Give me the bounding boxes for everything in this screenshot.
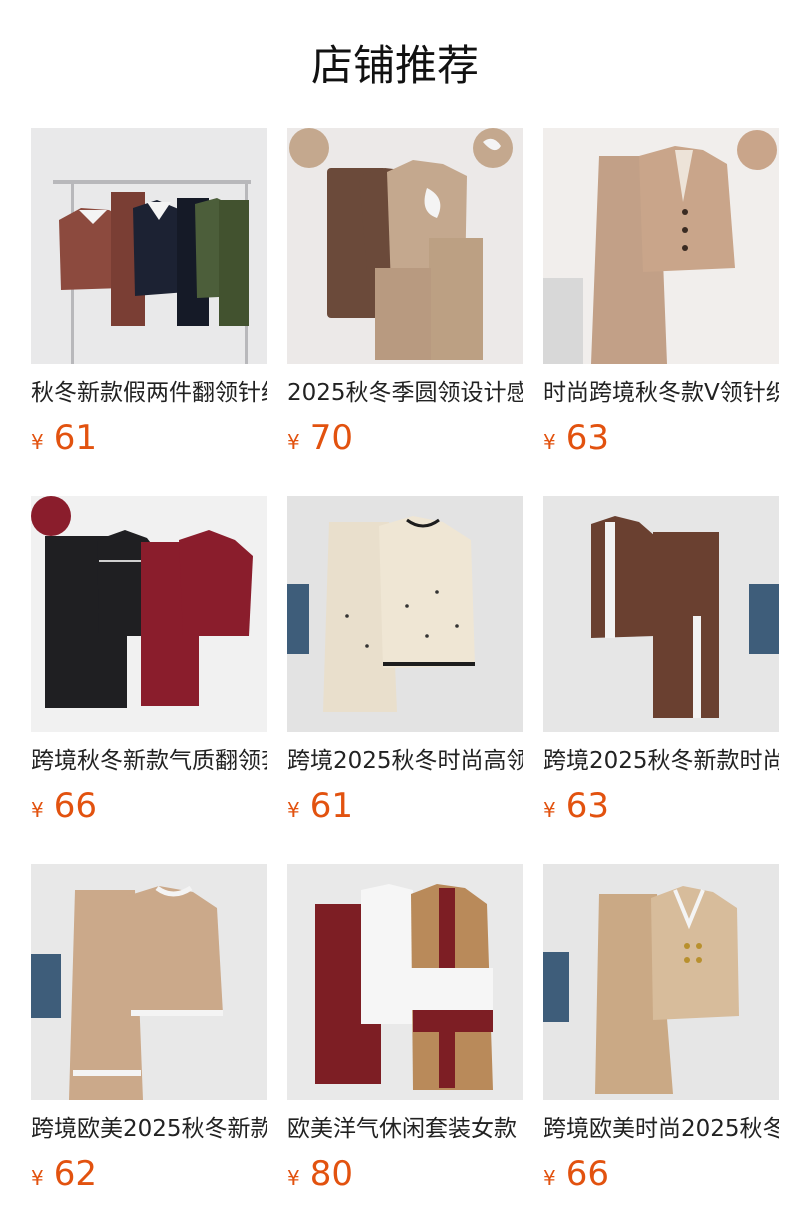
product-photo [287,128,523,364]
currency-symbol: ¥ [287,430,300,454]
product-card[interactable]: 时尚跨境秋冬款V领针织开衫套装 ¥63 [543,128,779,458]
price-amount: 63 [565,786,609,826]
currency-symbol: ¥ [287,1166,300,1190]
product-price: ¥66 [31,786,267,826]
product-image[interactable] [287,128,523,364]
product-image[interactable] [543,128,779,364]
price-amount: 80 [309,1154,353,1194]
product-image[interactable] [31,496,267,732]
price-amount: 70 [309,418,353,458]
product-price: ¥62 [31,1154,267,1194]
product-card[interactable]: 跨境2025秋冬新款时尚拉链套装 ¥63 [543,496,779,826]
product-price: ¥63 [543,418,779,458]
product-name[interactable]: 秋冬新款假两件翻领针织套装 [31,378,267,408]
price-amount: 66 [53,786,97,826]
currency-symbol: ¥ [543,798,556,822]
currency-symbol: ¥ [287,798,300,822]
product-photo [31,128,267,364]
product-photo [287,864,523,1100]
product-name[interactable]: 跨境欧美时尚2025秋冬套装 [543,1114,779,1144]
product-price: ¥70 [287,418,523,458]
product-photo [31,496,267,732]
product-image[interactable] [287,864,523,1100]
currency-symbol: ¥ [31,798,44,822]
product-photo [31,864,267,1100]
currency-symbol: ¥ [31,1166,44,1190]
product-name[interactable]: 跨境2025秋冬新款时尚拉链套装 [543,746,779,776]
price-amount: 61 [53,418,97,458]
product-image[interactable] [31,864,267,1100]
product-photo [543,128,779,364]
product-card[interactable]: 2025秋冬季圆领设计感套装 ¥70 [287,128,523,458]
product-photo [543,496,779,732]
product-name[interactable]: 2025秋冬季圆领设计感套装 [287,378,523,408]
currency-symbol: ¥ [543,430,556,454]
product-price: ¥61 [31,418,267,458]
product-name[interactable]: 时尚跨境秋冬款V领针织开衫套装 [543,378,779,408]
price-amount: 62 [53,1154,97,1194]
product-image[interactable] [287,496,523,732]
product-card[interactable]: 跨境欧美2025秋冬新款套装 ¥62 [31,864,267,1194]
product-image[interactable] [543,496,779,732]
product-price: ¥63 [543,786,779,826]
currency-symbol: ¥ [31,430,44,454]
product-name[interactable]: 跨境2025秋冬时尚高领套装 [287,746,523,776]
product-price: ¥61 [287,786,523,826]
product-card[interactable]: 跨境2025秋冬时尚高领套装 ¥61 [287,496,523,826]
product-card[interactable]: 跨境秋冬新款气质翻领套装 ¥66 [31,496,267,826]
product-price: ¥66 [543,1154,779,1194]
product-name[interactable]: 欧美洋气休闲套装女款 [287,1114,523,1144]
price-amount: 61 [309,786,353,826]
price-amount: 63 [565,418,609,458]
product-card[interactable]: 欧美洋气休闲套装女款 ¥80 [287,864,523,1194]
product-price: ¥80 [287,1154,523,1194]
currency-symbol: ¥ [543,1166,556,1190]
product-card[interactable]: 跨境欧美时尚2025秋冬套装 ¥66 [543,864,779,1194]
product-name[interactable]: 跨境欧美2025秋冬新款套装 [31,1114,267,1144]
product-image[interactable] [31,128,267,364]
price-amount: 66 [565,1154,609,1194]
product-card[interactable]: 秋冬新款假两件翻领针织套装 ¥61 [31,128,267,458]
page-title: 店铺推荐 [310,41,479,90]
product-name[interactable]: 跨境秋冬新款气质翻领套装 [31,746,267,776]
product-photo [287,496,523,732]
product-photo [543,864,779,1100]
product-image[interactable] [543,864,779,1100]
